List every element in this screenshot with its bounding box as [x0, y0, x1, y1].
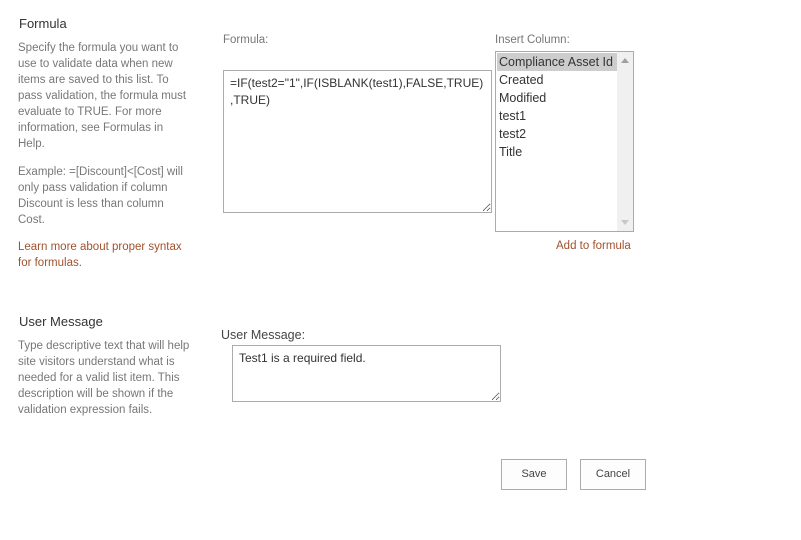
- scroll-up-arrow-icon[interactable]: [621, 58, 629, 63]
- formula-example: Example: =[Discount]<[Cost] will only pa…: [18, 166, 183, 226]
- validation-settings-page: Formula Specify the formula you want to …: [0, 0, 801, 540]
- insert-column-label: Insert Column:: [495, 34, 570, 46]
- insert-column-listbox[interactable]: Compliance Asset Id Created Modified test1 t…: [495, 51, 634, 232]
- formula-description: Specify the formula you want to use to v…: [18, 42, 187, 150]
- column-option[interactable]: test2: [497, 125, 618, 143]
- column-options: Compliance Asset Id Created Modified test1 t…: [497, 53, 618, 161]
- column-option[interactable]: Compliance Asset Id: [497, 53, 618, 71]
- add-to-formula-link[interactable]: Add to formula: [556, 238, 631, 254]
- save-button[interactable]: Save: [501, 459, 567, 490]
- formula-textarea[interactable]: =IF(test2="1",IF(ISBLANK(test1),FALSE,TR…: [223, 70, 492, 213]
- user-message-label: User Message:: [221, 328, 306, 342]
- column-option[interactable]: Created: [497, 71, 618, 89]
- user-message-textarea[interactable]: Test1 is a required field.: [232, 345, 501, 402]
- formula-section-title: Formula: [19, 16, 67, 31]
- user-message-section-title: User Message: [19, 314, 103, 329]
- formula-label: Formula:: [223, 34, 269, 46]
- column-option[interactable]: Title: [497, 143, 618, 161]
- listbox-scrollbar[interactable]: [617, 52, 633, 231]
- user-message-description: Type descriptive text that will help sit…: [18, 340, 190, 416]
- column-option[interactable]: test1: [497, 107, 618, 125]
- cancel-button[interactable]: Cancel: [580, 459, 646, 490]
- column-option[interactable]: Modified: [497, 89, 618, 107]
- learn-more-syntax-link[interactable]: Learn more about proper syntax for formu…: [18, 239, 190, 271]
- scroll-down-arrow-icon[interactable]: [621, 220, 629, 225]
